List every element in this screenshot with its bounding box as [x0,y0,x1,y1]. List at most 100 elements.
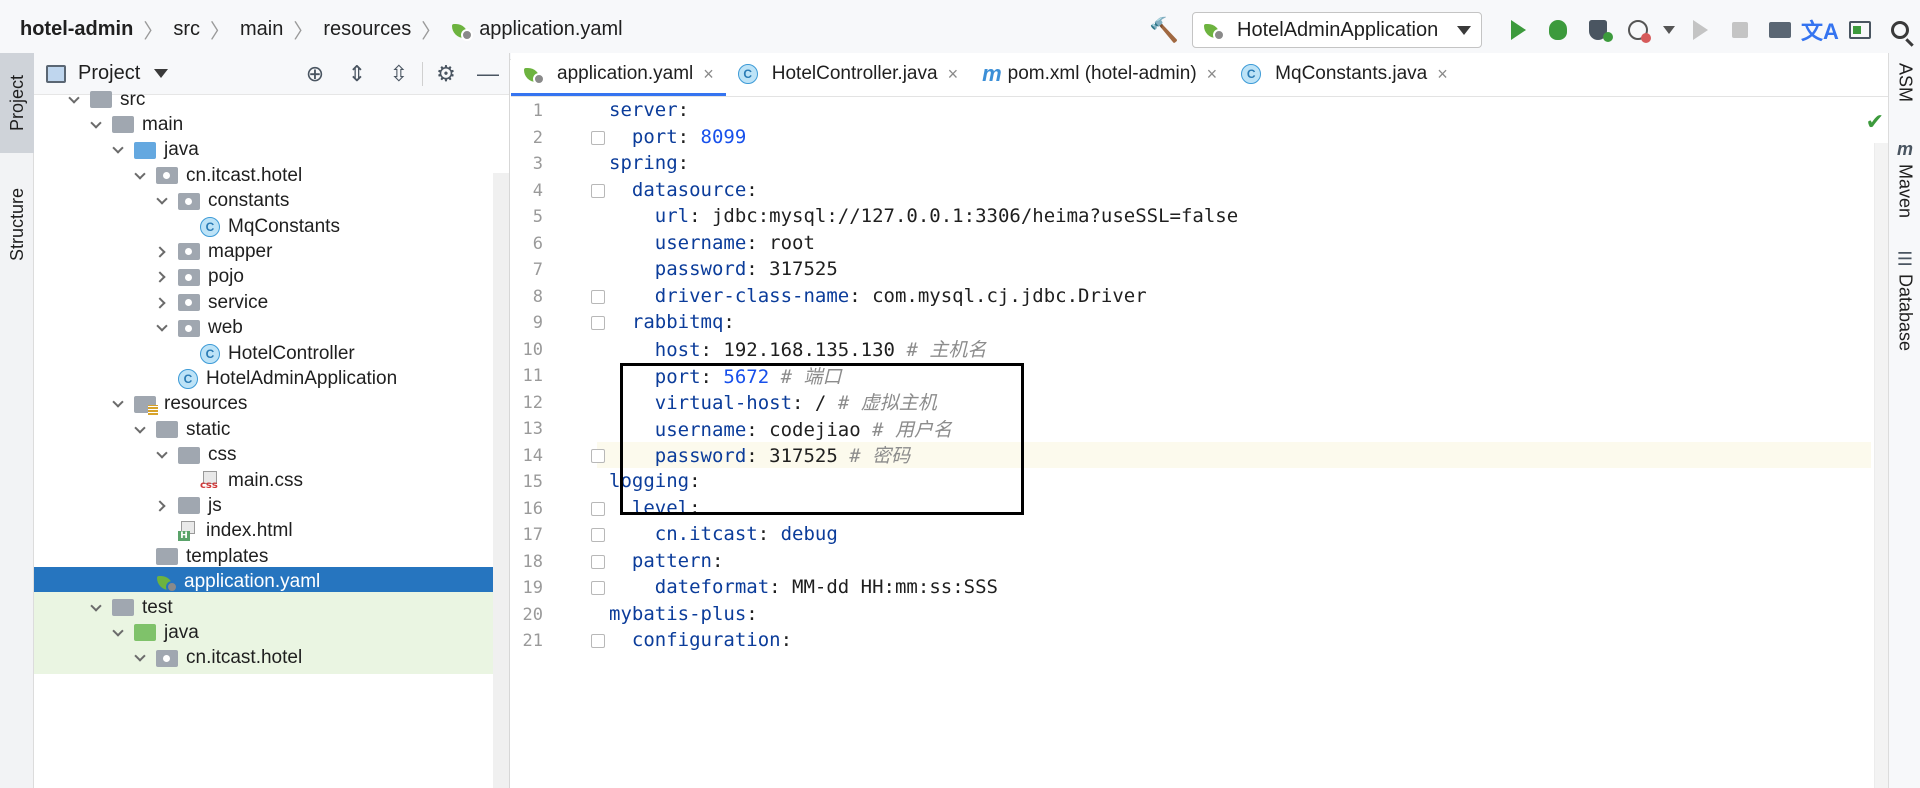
line-number: 3 [532,154,543,174]
more-run-options-button[interactable] [1658,10,1680,50]
bug-icon [1549,20,1567,40]
fold-marker-icon[interactable] [591,528,605,542]
line-number: 20 [522,604,543,625]
chevron-right-icon[interactable] [152,496,172,516]
code-line[interactable]: dateformat: MM-dd HH:mm:ss:SSS [511,574,1871,601]
database-tool-tab[interactable]: ☰ Database [1889,249,1920,351]
project-panel-title[interactable]: Project [78,62,140,85]
project-tree-scrollbar[interactable] [493,173,509,788]
code-line[interactable]: server: [511,97,1871,124]
code-line[interactable]: password: 317525 [511,256,1871,283]
chevron-down-icon[interactable] [152,191,172,211]
chevron-down-icon[interactable] [130,648,150,668]
search-button[interactable] [1880,10,1920,50]
chevron-right-icon[interactable] [152,293,172,313]
code-line-text: password: 317525 [609,258,838,280]
breadcrumb: hotel-admin 〉 src 〉 main 〉 resources 〉 a… [0,0,623,60]
chevron-down-icon[interactable] [86,115,106,135]
code-line[interactable]: driver-class-name: com.mysql.cj.jdbc.Dri… [511,283,1871,310]
fold-marker-icon[interactable] [591,554,605,569]
tree-item-label: MqConstants [228,215,340,237]
close-tab-icon[interactable]: × [1207,64,1218,85]
chevron-down-icon[interactable] [130,166,150,186]
fold-marker-icon[interactable] [591,634,605,648]
yaml-separator: : [849,284,873,307]
code-line-text: rabbitmq: [609,311,735,333]
project-structure-button[interactable] [1760,10,1800,50]
coverage-button[interactable] [1578,10,1618,50]
structure-tool-tab[interactable]: Structure [0,165,34,285]
code-line[interactable]: cn.itcast: debug [511,521,1871,548]
code-line[interactable]: url: jdbc:mysql://127.0.0.1:3306/heima?u… [511,203,1871,230]
tree-item[interactable]: cn.itcast.hotel [34,642,509,674]
line-number: 9 [532,313,543,333]
code-line[interactable]: spring: [511,150,1871,177]
yaml-separator: : [700,339,724,362]
code-line[interactable]: datasource: [511,177,1871,204]
run-configuration-select[interactable]: HotelAdminApplication [1192,12,1482,48]
project-tool-tab[interactable]: Project [0,53,34,153]
package-icon [156,167,178,185]
run-button[interactable] [1498,10,1538,50]
code-line[interactable]: mybatis-plus: [511,601,1871,628]
chevron-down-icon[interactable] [154,69,169,78]
presentation-button[interactable] [1840,10,1880,50]
tree-item-label: constants [208,190,290,212]
yaml-key: datasource [609,178,747,201]
fold-marker-icon[interactable] [591,501,605,516]
fold-marker-icon[interactable] [591,581,605,595]
chevron-down-icon[interactable] [64,90,84,110]
chevron-down-icon[interactable] [108,140,128,160]
editor-tab[interactable]: application.yaml × [511,52,726,96]
code-line[interactable]: pattern: [511,548,1871,575]
folder-icon [178,497,200,515]
navigation-bar: hotel-admin 〉 src 〉 main 〉 resources 〉 a… [0,0,1920,60]
translate-icon: 文A [1801,19,1839,44]
chevron-right-icon[interactable] [152,242,172,262]
fold-marker-icon[interactable] [591,289,605,304]
chevron-down-icon[interactable] [108,623,128,643]
asm-tool-tab[interactable]: ASM [1889,63,1920,102]
fold-marker-icon[interactable] [591,183,605,198]
profile-button[interactable] [1618,10,1658,50]
editor-tab[interactable]: C HotelController.java × [726,52,970,96]
chevron-right-icon[interactable] [152,267,172,287]
editor-tab[interactable]: m pom.xml (hotel-admin) × [970,52,1229,96]
code-line[interactable]: host: 192.168.135.130 # 主机名 [511,336,1871,363]
stop-button[interactable] [1720,10,1760,50]
code-line[interactable]: username: root [511,230,1871,257]
chevron-down-icon[interactable] [152,318,172,338]
yaml-key: rabbitmq [609,311,724,334]
left-tool-strip: Project Structure [0,53,34,788]
fold-marker-icon[interactable] [591,316,605,330]
editor-scrollbar[interactable] [1874,143,1888,788]
close-tab-icon[interactable]: × [1437,64,1448,85]
no-problems-check-icon[interactable]: ✔ [1866,109,1884,135]
code-line[interactable]: port: 8099 [511,124,1871,151]
translate-button[interactable]: 文A [1800,10,1840,50]
chevron-down-icon[interactable] [108,394,128,414]
debug-button[interactable] [1538,10,1578,50]
breadcrumb-file[interactable]: application.yaml [479,18,622,41]
chevron-down-icon[interactable] [152,445,172,465]
yaml-key: configuration [609,629,781,652]
breadcrumb-src[interactable]: src [173,18,200,41]
fold-marker-icon[interactable] [591,448,605,463]
fold-marker-icon[interactable] [591,130,605,145]
breadcrumb-project[interactable]: hotel-admin [20,18,133,41]
editor-tab[interactable]: C MqConstants.java × [1229,52,1460,96]
breadcrumb-resources[interactable]: resources [323,18,411,41]
code-line[interactable]: rabbitmq: [511,309,1871,336]
breadcrumb-main[interactable]: main [240,18,283,41]
close-tab-icon[interactable]: × [703,64,714,85]
css-file-icon: css [200,470,220,491]
code-line[interactable]: configuration: [511,627,1871,654]
close-tab-icon[interactable]: × [948,64,959,85]
chevron-down-icon[interactable] [86,598,106,618]
structure-tool-label: Structure [6,188,27,262]
code-line-text: pattern: [609,550,724,572]
chevron-down-icon[interactable] [130,420,150,440]
rerun-button[interactable] [1680,10,1720,50]
build-hammer-icon[interactable]: 🔨 [1144,10,1184,50]
maven-tool-tab[interactable]: m Maven [1889,139,1920,218]
